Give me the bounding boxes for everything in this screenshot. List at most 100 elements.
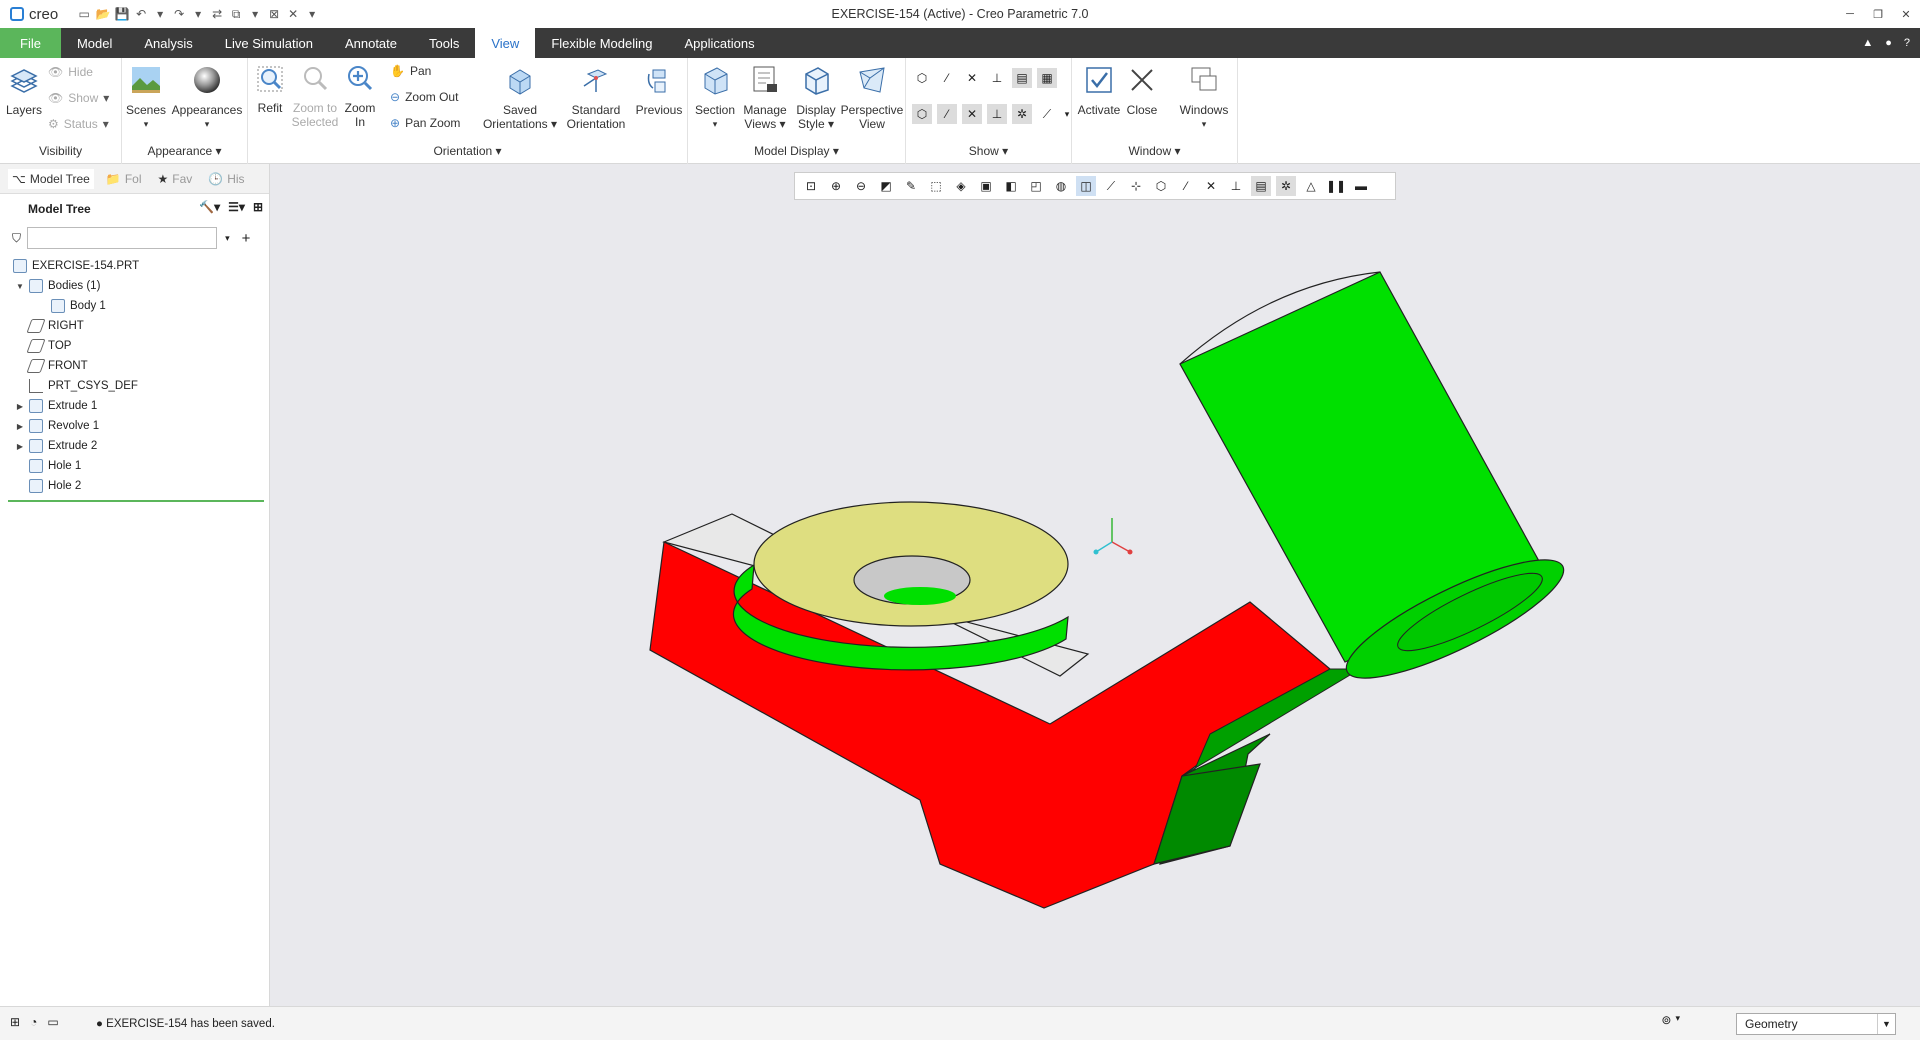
tab-flexible-modeling[interactable]: Flexible Modeling — [535, 28, 668, 58]
collapse-ribbon-icon[interactable]: ▲ — [1862, 37, 1873, 49]
3d-model-view[interactable] — [270, 164, 1920, 1006]
tree-item-hole-1[interactable]: Hole 1 — [0, 456, 269, 476]
plane-tag-display-icon[interactable]: ⬡ — [912, 104, 932, 124]
tab-applications[interactable]: Applications — [668, 28, 770, 58]
tree-item-csys[interactable]: PRT_CSYS_DEF — [0, 376, 269, 396]
layers-button[interactable]: Layers — [4, 66, 44, 117]
redo-dropdown-icon[interactable]: ▾ — [190, 6, 206, 22]
annotation-display-icon[interactable]: ▦ — [1037, 68, 1057, 88]
tree-settings-icon[interactable]: 🔨▾ — [199, 200, 220, 214]
redo-icon[interactable]: ↷ — [171, 6, 187, 22]
navigator-toggle-icon[interactable]: ⊞ — [10, 1015, 20, 1029]
window-group-label[interactable]: Window ▾ — [1072, 144, 1237, 158]
csys-display-icon[interactable]: ⊥ — [987, 68, 1007, 88]
appearance-group-label[interactable]: Appearance ▾ — [122, 144, 247, 158]
save-icon[interactable]: 💾 — [114, 6, 130, 22]
full-screen-icon[interactable]: ▭ — [47, 1015, 58, 1029]
refit-button[interactable]: Refit — [252, 64, 288, 115]
windows-dropdown-icon[interactable]: ▾ — [247, 6, 263, 22]
display-style-button[interactable]: Display Style ▾ — [792, 64, 840, 131]
expand-icon[interactable]: ▶ — [14, 442, 26, 451]
tab-live-simulation[interactable]: Live Simulation — [209, 28, 329, 58]
tree-item-top-plane[interactable]: TOP — [0, 336, 269, 356]
filter-funnel-icon[interactable]: ⛉ — [12, 231, 21, 246]
spin-center-icon[interactable]: ✲ — [1012, 104, 1032, 124]
saved-orientations-button[interactable]: Saved Orientations ▾ — [480, 64, 560, 131]
tree-item-part[interactable]: EXERCISE-154.PRT — [0, 256, 269, 276]
zoom-in-button[interactable]: Zoom In — [342, 64, 378, 129]
pan-button[interactable]: ✋ Pan — [390, 64, 431, 78]
collapse-icon[interactable]: ▼ — [14, 282, 26, 291]
tab-favorites[interactable]: ★ Fav — [153, 169, 196, 189]
axis-tag-display-icon[interactable]: ⁄ — [937, 104, 957, 124]
orientation-group-label[interactable]: Orientation ▾ — [248, 144, 687, 158]
previous-button[interactable]: Previous — [632, 64, 686, 117]
tab-file[interactable]: File — [0, 28, 61, 58]
activate-button[interactable]: Activate — [1076, 64, 1122, 117]
insert-here-indicator[interactable] — [8, 500, 264, 502]
help-icon[interactable]: ? — [1904, 37, 1910, 49]
perspective-view-button[interactable]: Perspective View — [840, 64, 904, 131]
tab-view[interactable]: View — [475, 28, 536, 58]
tree-item-body-1[interactable]: Body 1 — [0, 296, 269, 316]
tree-item-revolve-1[interactable]: ▶ Revolve 1 — [0, 416, 269, 436]
search-dropdown-icon[interactable]: ▾ — [225, 233, 230, 244]
scenes-button[interactable]: Scenes ▾ — [126, 64, 166, 131]
undo-icon[interactable]: ↶ — [133, 6, 149, 22]
restore-icon[interactable]: ❐ — [1864, 0, 1892, 28]
show-button[interactable]: 👁 Show ▾ — [48, 91, 109, 105]
tree-search-input[interactable] — [28, 228, 217, 248]
tree-item-bodies[interactable]: ▼ Bodies (1) — [0, 276, 269, 296]
user-icon[interactable]: ● — [1885, 37, 1892, 49]
open-folder-icon[interactable]: 📂 — [95, 6, 111, 22]
plane-display-icon[interactable]: ⬡ — [912, 68, 932, 88]
tree-columns-icon[interactable]: ☰▾ — [228, 200, 245, 214]
x-icon[interactable]: ✕ — [285, 6, 301, 22]
tree-item-extrude-1[interactable]: ▶ Extrude 1 — [0, 396, 269, 416]
tree-item-extrude-2[interactable]: ▶ Extrude 2 — [0, 436, 269, 456]
point-display-icon[interactable]: ✕ — [962, 68, 982, 88]
tree-item-front-plane[interactable]: FRONT — [0, 356, 269, 376]
tab-model[interactable]: Model — [61, 28, 128, 58]
regenerate-icon[interactable]: ⇄ — [209, 6, 225, 22]
model-display-group-label[interactable]: Model Display ▾ — [688, 144, 905, 158]
appearances-button[interactable]: Appearances ▾ — [170, 64, 244, 131]
pan-zoom-button[interactable]: ⊕ Pan Zoom — [390, 116, 460, 130]
tree-search-box[interactable] — [27, 227, 218, 249]
smart-select-button[interactable]: ⊚ ▾ — [1661, 1013, 1680, 1027]
csys-tag-display-icon[interactable]: ⊥ — [987, 104, 1007, 124]
graphics-window[interactable]: ⊡ ⊕ ⊖ ◩ ✎ ⬚ ◈ ▣ ◧ ◰ ◍ ◫ ⟋ ⊹ ⬡ ⁄ ✕ ⊥ ▤ ✲ … — [270, 164, 1920, 1006]
tree-item-hole-2[interactable]: Hole 2 — [0, 476, 269, 496]
status-button[interactable]: ⚙ Status ▾ — [48, 117, 109, 131]
zoom-out-button[interactable]: ⊖ Zoom Out — [390, 90, 458, 104]
tab-tools[interactable]: Tools — [413, 28, 475, 58]
curve-display-icon[interactable]: ⟋ — [1037, 104, 1057, 124]
axis-display-icon[interactable]: ⁄ — [937, 68, 957, 88]
plane-tag-icon[interactable]: ▤ — [1012, 68, 1032, 88]
manage-views-button[interactable]: Manage Views ▾ — [740, 64, 790, 131]
customize-qat-icon[interactable]: ▾ — [304, 6, 320, 22]
windows-icon[interactable]: ⧉ — [228, 6, 244, 22]
tab-analysis[interactable]: Analysis — [128, 28, 208, 58]
close-window-icon[interactable]: ⊠ — [266, 6, 282, 22]
selection-filter-dropdown[interactable]: Geometry ▼ — [1736, 1013, 1896, 1035]
browser-toggle-icon[interactable]: ◔ — [30, 1015, 37, 1029]
show-more-dropdown-icon[interactable]: ▾ — [1062, 104, 1072, 124]
close-icon[interactable]: ✕ — [1892, 0, 1920, 28]
tab-folder-browser[interactable]: 📁 Fol — [102, 169, 146, 189]
windows-button[interactable]: Windows ▾ — [1174, 64, 1234, 131]
tab-history[interactable]: 🕒 His — [204, 169, 248, 189]
tab-annotate[interactable]: Annotate — [329, 28, 413, 58]
hide-button[interactable]: 👁 Hide — [48, 65, 93, 79]
tree-item-right-plane[interactable]: RIGHT — [0, 316, 269, 336]
show-group-label[interactable]: Show ▾ — [906, 144, 1071, 158]
expand-icon[interactable]: ▶ — [14, 422, 26, 431]
zoom-to-selected-button[interactable]: Zoom to Selected — [290, 64, 340, 129]
expand-icon[interactable]: ▶ — [14, 402, 26, 411]
close-window-button[interactable]: Close — [1124, 64, 1160, 117]
standard-orientation-button[interactable]: Standard Orientation — [562, 64, 630, 131]
section-button[interactable]: Section ▾ — [692, 64, 738, 131]
tree-filter-icon[interactable]: ⊞ — [253, 200, 263, 214]
new-file-icon[interactable]: ▭ — [76, 6, 92, 22]
tab-model-tree[interactable]: ⌥ Model Tree — [8, 168, 94, 189]
